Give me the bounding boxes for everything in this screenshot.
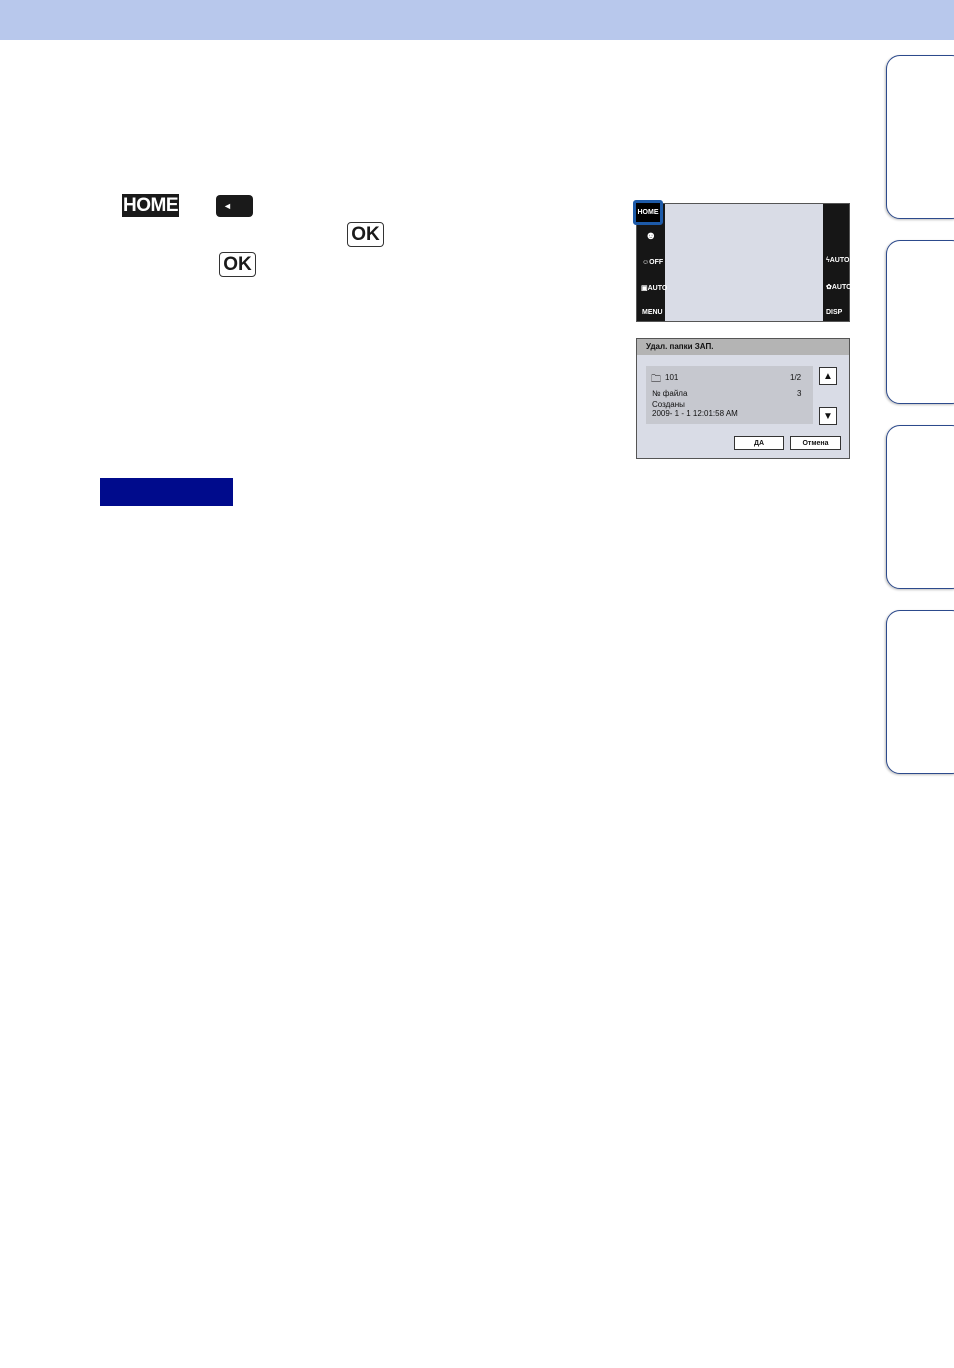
camera-screen-home: HOME ☻ ☺OFF ▣AUTO MENU ϟAUTO ✿AUTO DISP [633,200,852,322]
created-label: Созданы [652,400,685,409]
ok-key-icon-2: OK [219,252,256,277]
side-tab-2[interactable] [886,240,954,404]
cancel-button[interactable]: Отмена [790,436,841,450]
scene-auto-icon[interactable]: ▣AUTO [641,284,667,292]
file-count-label: № файла [652,389,688,398]
camera-screen-delete-folder: Удал. папки ЗАП. 🗀 101 1/2 № файла 3 Соз… [636,338,850,459]
disp-button[interactable]: DISP [826,309,842,316]
home-label: HOME [637,209,659,216]
scroll-up-button[interactable]: ▲ [819,367,837,385]
note-label-bar [100,478,233,506]
folder-info-panel: 🗀 101 1/2 № файла 3 Созданы 2009- 1 - 1 … [646,366,813,424]
smile-off-label: OFF [649,259,664,266]
file-count-value: 3 [797,389,802,398]
scroll-down-button[interactable]: ▼ [819,407,837,425]
side-tab-3[interactable] [886,425,954,589]
macro-auto-label: AUTO [831,284,852,291]
macro-auto-icon[interactable]: ✿AUTO [826,283,852,291]
page-indicator: 1/2 [790,373,802,382]
flash-auto-icon[interactable]: ϟAUTO [826,257,849,264]
created-value: 2009- 1 - 1 12:01:58 AM [652,409,738,418]
header-band [0,0,954,40]
folder-name: 101 [665,373,679,382]
scene-auto-label: AUTO [647,285,668,292]
dialog-title: Удал. папки ЗАП. [637,339,849,355]
flash-auto-label: AUTO [829,257,850,264]
home-key-icon: HOME [122,194,179,217]
side-tab-4[interactable] [886,610,954,774]
left-arrow-key-icon: ◄ [216,195,253,217]
menu-button[interactable]: MENU [642,309,663,316]
ok-key-icon: OK [347,222,384,247]
home-button[interactable]: HOME [633,200,663,225]
folder-icon: 🗀 [651,374,661,385]
yes-button[interactable]: ДА [734,436,784,450]
left-icon-strip: HOME ☻ ☺OFF ▣AUTO MENU [633,200,667,321]
smile-off-icon[interactable]: ☺OFF [642,259,663,266]
right-icon-strip: ϟAUTO ✿AUTO DISP [823,204,852,321]
face-detection-icon[interactable]: ☻ [645,230,657,242]
side-tab-1[interactable] [886,55,954,219]
